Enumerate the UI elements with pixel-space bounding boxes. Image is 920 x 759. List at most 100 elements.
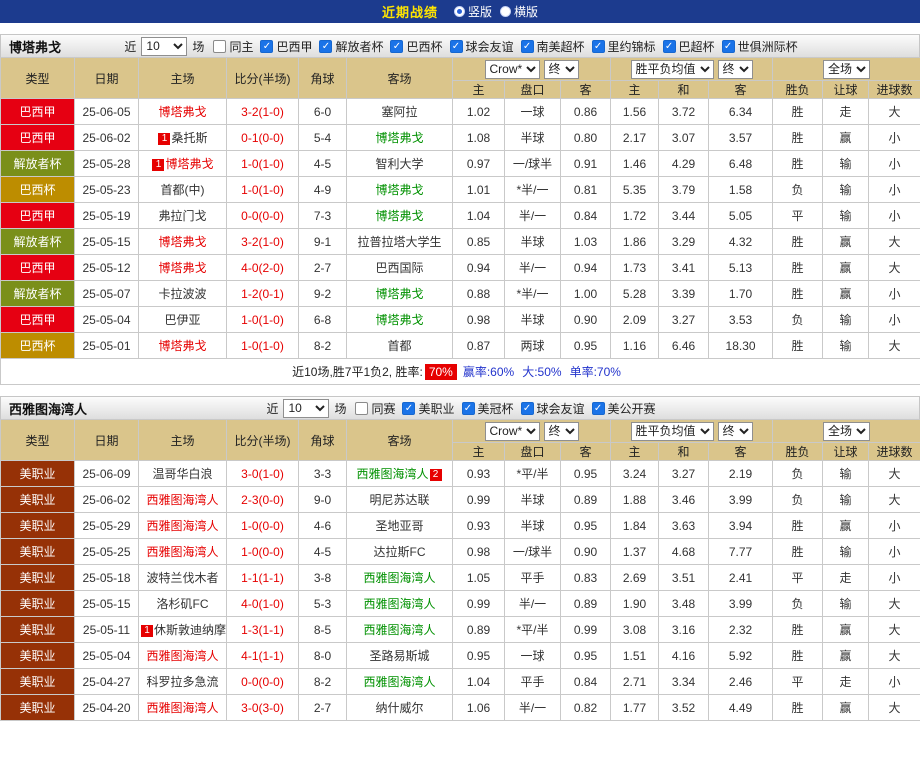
away-team-name[interactable]: 西雅图海湾人 [356, 467, 428, 481]
home-team-name[interactable]: 西雅图海湾人 [146, 519, 218, 533]
home-team-name[interactable]: 卡拉波波 [158, 287, 206, 301]
layout-option-horizontal[interactable]: 横版 [500, 3, 538, 20]
home-team-name[interactable]: 休斯敦迪纳摩 [154, 623, 226, 637]
checkbox-unchecked-icon[interactable] [355, 401, 369, 415]
away-team-name[interactable]: 巴西国际 [375, 261, 423, 275]
avg-source-select[interactable]: 胜平负均值 [630, 59, 714, 79]
away-team-name[interactable]: 西雅图海湾人 [363, 571, 435, 585]
odds-source-select[interactable]: Crow* [484, 59, 540, 79]
avg-source-select[interactable]: 胜平负均值 [630, 421, 714, 441]
match-score[interactable]: 0-0(0-0) [226, 668, 299, 695]
filter-option[interactable]: ✓ 巴西杯 [390, 38, 443, 55]
away-team-name[interactable]: 博塔弗戈 [375, 131, 423, 145]
away-team-name[interactable]: 圣路易斯城 [369, 649, 429, 663]
checkbox-checked-icon[interactable]: ✓ [461, 401, 475, 415]
checkbox-checked-icon[interactable]: ✓ [520, 401, 534, 415]
match-score[interactable]: 1-0(0-0) [226, 512, 299, 539]
filter-option[interactable]: ✓ 美职业 [402, 400, 455, 417]
checkbox-checked-icon[interactable]: ✓ [402, 401, 416, 415]
filter-option[interactable]: ✓ 球会友谊 [449, 38, 514, 55]
home-team-name[interactable]: 博塔弗戈 [158, 339, 206, 353]
radio-selected-icon[interactable] [453, 6, 465, 17]
home-team-name[interactable]: 西雅图海湾人 [146, 493, 218, 507]
away-team-name[interactable]: 博塔弗戈 [375, 313, 423, 327]
away-team-name[interactable]: 西雅图海湾人 [363, 675, 435, 689]
filter-option[interactable]: ✓ 巴超杯 [662, 38, 715, 55]
match-score[interactable]: 1-0(1-0) [226, 150, 299, 177]
home-team-name[interactable]: 温哥华白浪 [152, 467, 212, 481]
match-score[interactable]: 3-0(1-0) [226, 460, 299, 487]
away-team-name[interactable]: 圣地亚哥 [375, 519, 423, 533]
home-team-name[interactable]: 西雅图海湾人 [146, 545, 218, 559]
layout-option-vertical[interactable]: 竖版 [453, 3, 492, 20]
match-score[interactable]: 3-0(3-0) [226, 694, 299, 721]
odds-source-select[interactable]: Crow* [484, 421, 540, 441]
match-score[interactable]: 1-0(1-0) [226, 306, 299, 333]
match-score[interactable]: 1-0(1-0) [226, 332, 299, 359]
away-team-name[interactable]: 首都 [387, 339, 411, 353]
away-team-name[interactable]: 纳什威尔 [375, 701, 423, 715]
away-team-name[interactable]: 西雅图海湾人 [363, 623, 435, 637]
match-score[interactable]: 4-0(1-0) [226, 590, 299, 617]
avg-time-select[interactable]: 终 [717, 421, 753, 441]
checkbox-checked-icon[interactable]: ✓ [449, 39, 463, 53]
home-team-name[interactable]: 波特兰伐木者 [146, 571, 218, 585]
scope-select[interactable]: 全场 [823, 421, 871, 441]
checkbox-checked-icon[interactable]: ✓ [591, 401, 605, 415]
match-score[interactable]: 1-2(0-1) [226, 280, 299, 307]
home-team-name[interactable]: 科罗拉多急流 [146, 675, 218, 689]
away-team-name[interactable]: 智利大学 [375, 157, 423, 171]
home-team-name[interactable]: 西雅图海湾人 [146, 649, 218, 663]
match-count-select[interactable]: 10 [141, 36, 188, 56]
match-score[interactable]: 1-0(1-0) [226, 176, 299, 203]
home-team-name[interactable]: 西雅图海湾人 [146, 701, 218, 715]
match-score[interactable]: 4-1(1-1) [226, 642, 299, 669]
match-score[interactable]: 1-1(1-1) [226, 564, 299, 591]
checkbox-checked-icon[interactable]: ✓ [390, 39, 404, 53]
filter-option[interactable]: ✓ 解放者杯 [319, 38, 383, 55]
scope-select[interactable]: 全场 [823, 59, 871, 79]
match-score[interactable]: 1-0(0-0) [226, 538, 299, 565]
home-team-name[interactable]: 博塔弗戈 [158, 105, 206, 119]
match-score[interactable]: 1-3(1-1) [226, 616, 299, 643]
away-team-name[interactable]: 拉普拉塔大学生 [357, 235, 441, 249]
checkbox-unchecked-icon[interactable] [213, 39, 227, 53]
match-score[interactable]: 3-2(1-0) [226, 228, 299, 255]
radio-unselected-icon[interactable] [500, 6, 511, 17]
filter-option[interactable]: 同主 [213, 38, 253, 55]
away-team-name[interactable]: 博塔弗戈 [375, 209, 423, 223]
filter-option[interactable]: ✓ 巴西甲 [260, 38, 312, 55]
home-team-name[interactable]: 博塔弗戈 [158, 261, 206, 275]
away-team-name[interactable]: 达拉斯FC [374, 545, 426, 559]
away-team-name[interactable]: 明尼苏达联 [369, 493, 429, 507]
checkbox-checked-icon[interactable]: ✓ [591, 39, 605, 53]
filter-option[interactable]: ✓ 南美超杯 [520, 38, 585, 55]
away-team-name[interactable]: 博塔弗戈 [375, 183, 423, 197]
home-team-name[interactable]: 桑托斯 [171, 131, 207, 145]
checkbox-checked-icon[interactable]: ✓ [721, 39, 735, 53]
avg-time-select[interactable]: 终 [717, 59, 753, 79]
filter-option[interactable]: ✓ 美冠杯 [461, 400, 514, 417]
checkbox-checked-icon[interactable]: ✓ [260, 39, 274, 53]
home-team-name[interactable]: 博塔弗戈 [158, 235, 206, 249]
home-team-name[interactable]: 弗拉门戈 [158, 209, 206, 223]
checkbox-checked-icon[interactable]: ✓ [319, 39, 333, 53]
home-team-name[interactable]: 首都(中) [161, 183, 205, 197]
filter-option[interactable]: ✓ 里约锦标 [591, 38, 656, 55]
away-team-name[interactable]: 西雅图海湾人 [363, 597, 435, 611]
odds-time-select[interactable]: 终 [543, 59, 579, 79]
odds-time-select[interactable]: 终 [543, 421, 579, 441]
match-score[interactable]: 0-1(0-0) [226, 124, 299, 151]
match-score[interactable]: 3-2(1-0) [226, 98, 299, 125]
match-count-select[interactable]: 10 [283, 398, 330, 418]
away-team-name[interactable]: 博塔弗戈 [375, 287, 423, 301]
checkbox-checked-icon[interactable]: ✓ [662, 39, 676, 53]
match-score[interactable]: 0-0(0-0) [226, 202, 299, 229]
filter-option[interactable]: ✓ 世俱洲际杯 [721, 38, 798, 55]
checkbox-checked-icon[interactable]: ✓ [520, 39, 534, 53]
filter-option[interactable]: 同赛 [355, 400, 395, 417]
home-team-name[interactable]: 博塔弗戈 [165, 157, 213, 171]
match-score[interactable]: 2-3(0-0) [226, 486, 299, 513]
away-team-name[interactable]: 塞阿拉 [381, 105, 417, 119]
home-team-name[interactable]: 洛杉矶FC [157, 597, 209, 611]
